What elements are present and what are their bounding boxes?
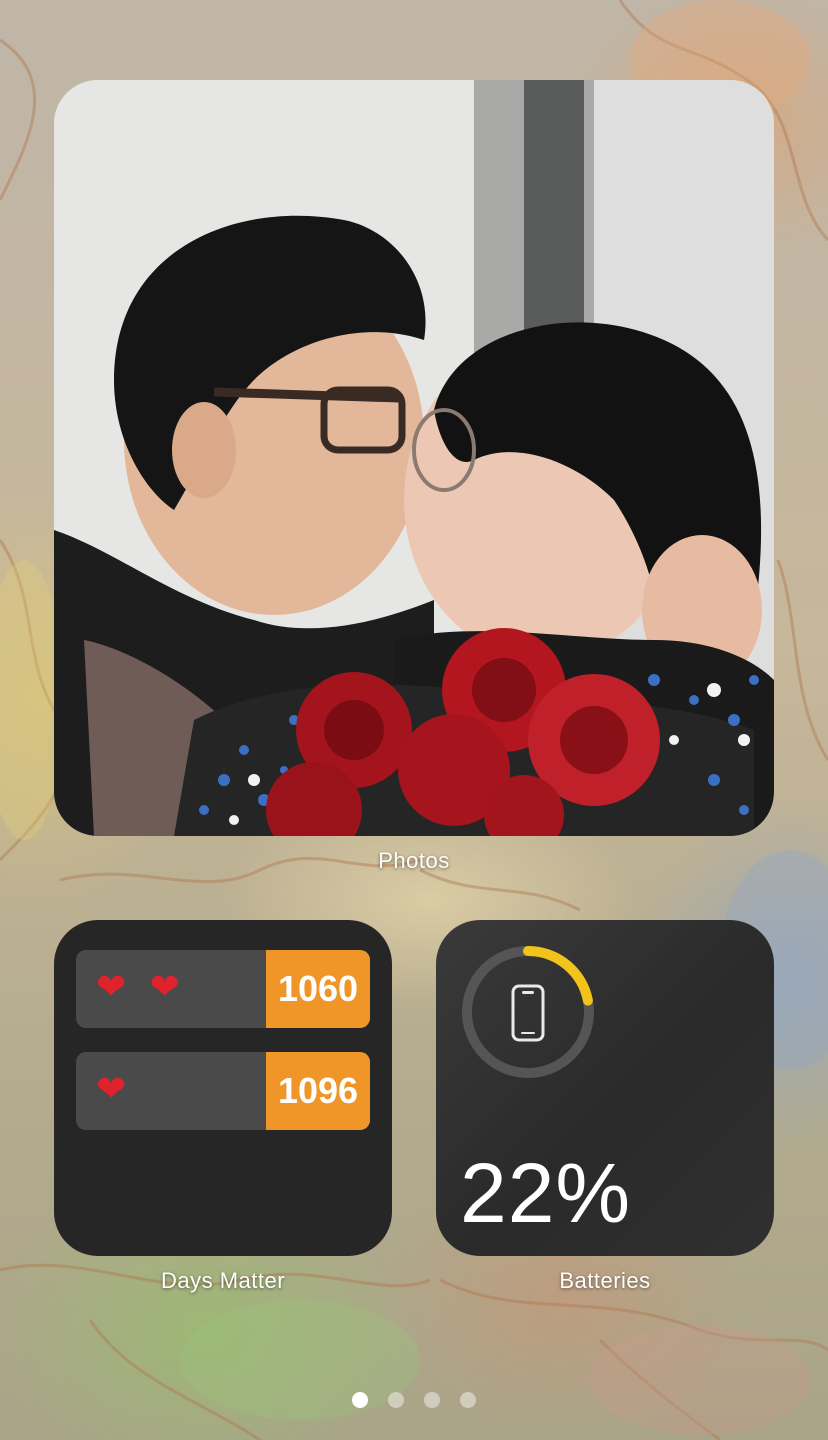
battery-percent: 22% (460, 1146, 632, 1240)
photo-couple-roses (54, 80, 774, 836)
photos-widget-label: Photos (378, 848, 450, 873)
heart-icon: ❤ (96, 1069, 133, 1110)
iphone-icon (511, 984, 545, 1042)
page-dot[interactable] (424, 1392, 440, 1408)
days-matter-row: ❤ ❤ 1060 (76, 950, 370, 1028)
days-matter-widget[interactable]: ❤ ❤ 1060 ❤ 1096 (54, 920, 392, 1256)
page-dot[interactable] (352, 1392, 368, 1408)
days-matter-widget-label: Days Matter (160, 1268, 286, 1293)
heart-icon: ❤ ❤ (96, 967, 186, 1008)
days-count: 1096 (266, 1052, 370, 1130)
page-dot[interactable] (460, 1392, 476, 1408)
days-count: 1060 (266, 950, 370, 1028)
page-dot[interactable] (388, 1392, 404, 1408)
photos-widget[interactable] (54, 80, 774, 836)
battery-level-ring (462, 946, 594, 1078)
batteries-widget[interactable]: 22% (436, 920, 774, 1256)
page-indicator[interactable] (352, 1392, 482, 1408)
days-matter-row: ❤ 1096 (76, 1052, 370, 1130)
batteries-widget-label: Batteries (559, 1268, 651, 1293)
